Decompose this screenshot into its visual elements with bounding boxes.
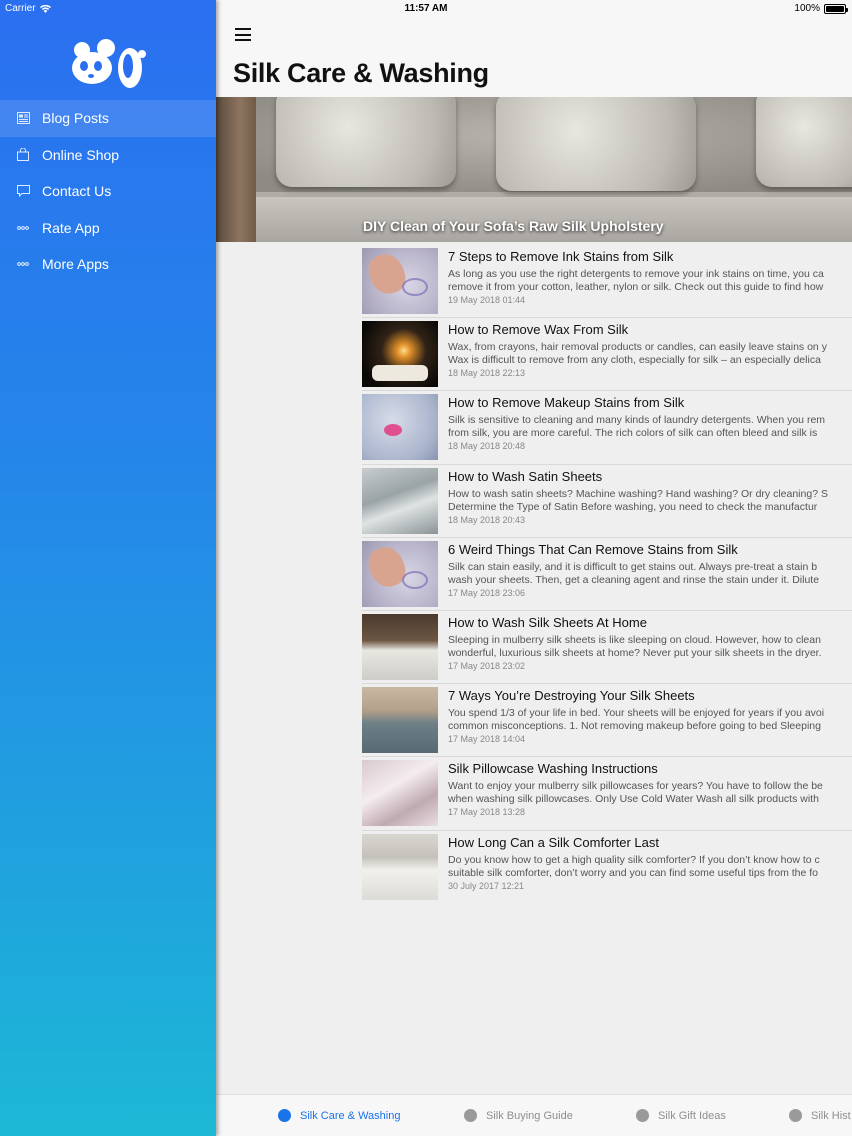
menu-item-label: Blog Posts <box>42 110 109 127</box>
post-thumbnail <box>362 394 438 461</box>
page-title: Silk Care & Washing <box>233 58 489 88</box>
menu-item-label: Rate App <box>42 219 100 236</box>
menu-item-label: Contact Us <box>42 183 112 200</box>
battery-percent: 100% <box>794 3 820 14</box>
tab-dot-icon <box>278 1109 291 1122</box>
panda-logo-icon <box>72 39 146 88</box>
post-thumbnail <box>362 833 438 900</box>
post-title: How to Wash Satin Sheets <box>448 468 603 484</box>
list-item[interactable]: 6 Weird Things That Can Remove Stains fr… <box>362 537 852 611</box>
post-date: 17 May 2018 14:04 <box>448 734 526 745</box>
post-excerpt: Silk can stain easily, and it is difficu… <box>448 560 820 586</box>
drawer-menu: Blog Posts Online Shop Contact Us Rate A… <box>0 100 216 283</box>
menu-item-label: More Apps <box>42 256 109 273</box>
post-date: 17 May 2018 13:28 <box>448 807 526 818</box>
menu-item-online-shop[interactable]: Online Shop <box>0 137 216 174</box>
post-excerpt: How to wash satin sheets? Machine washin… <box>448 487 828 513</box>
post-title: How Long Can a Silk Comforter Last <box>448 834 659 850</box>
post-thumbnail <box>362 467 438 534</box>
post-title: 7 Steps to Remove Ink Stains from Silk <box>448 249 674 264</box>
post-thumbnail <box>362 613 438 680</box>
shopping-bag-icon <box>16 148 30 162</box>
menu-item-more-apps[interactable]: More Apps <box>0 246 216 283</box>
post-list: 7 Steps to Remove Ink Stains from Silk A… <box>362 245 852 904</box>
tab-label: Silk Care & Washing <box>300 1109 401 1122</box>
tab-silk-buying-guide[interactable]: Silk Buying Guide <box>464 1109 573 1122</box>
battery-icon <box>824 3 848 14</box>
list-item[interactable]: How to Remove Wax From Silk Wax, from cr… <box>362 318 852 392</box>
more-dots-icon <box>16 221 30 235</box>
post-title: Silk Pillowcase Washing Instructions <box>448 761 658 777</box>
battery-indicator: 100% <box>794 3 848 14</box>
post-thumbnail <box>362 321 438 388</box>
more-dots-icon <box>16 257 30 271</box>
tab-silk-gift-ideas[interactable]: Silk Gift Ideas <box>636 1109 726 1122</box>
menu-item-blog-posts[interactable]: Blog Posts <box>0 100 216 137</box>
post-excerpt: Sleeping in mulberry silk sheets is like… <box>448 633 822 659</box>
post-thumbnail <box>362 248 438 314</box>
tab-dot-icon <box>636 1109 649 1122</box>
newspaper-icon <box>16 111 30 125</box>
post-excerpt: Silk is sensitive to cleaning and many k… <box>448 414 826 440</box>
post-date: 18 May 2018 20:48 <box>448 441 526 452</box>
chat-bubble-icon <box>16 184 30 198</box>
post-date: 18 May 2018 22:13 <box>448 368 526 379</box>
tab-dot-icon <box>464 1109 477 1122</box>
tab-label: Silk Gift Ideas <box>658 1109 726 1122</box>
post-excerpt: Wax, from crayons, hair removal products… <box>448 341 827 367</box>
featured-post-title: DIY Clean of Your Sofa’s Raw Silk Uphols… <box>363 218 664 234</box>
tab-label: Silk Hist <box>811 1109 851 1122</box>
post-title: 6 Weird Things That Can Remove Stains fr… <box>448 541 738 557</box>
post-thumbnail <box>362 687 438 754</box>
clock: 11:57 AM <box>404 3 448 14</box>
post-thumbnail <box>362 760 438 827</box>
tab-silk-history[interactable]: Silk Hist <box>789 1109 851 1122</box>
tab-dot-icon <box>789 1109 802 1122</box>
post-excerpt: As long as you use the right detergents … <box>448 268 824 293</box>
hamburger-menu-icon[interactable] <box>235 28 251 41</box>
side-drawer: Blog Posts Online Shop Contact Us Rate A… <box>0 0 216 1136</box>
featured-post-banner[interactable]: DIY Clean of Your Sofa’s Raw Silk Uphols… <box>216 97 852 242</box>
post-title: How to Remove Makeup Stains from Silk <box>448 395 685 411</box>
post-title: How to Remove Wax From Silk <box>448 322 629 338</box>
list-item[interactable]: 7 Ways You’re Destroying Your Silk Sheet… <box>362 684 852 758</box>
post-title: How to Wash Silk Sheets At Home <box>448 614 647 630</box>
post-date: 18 May 2018 20:43 <box>448 514 526 525</box>
list-item[interactable]: How to Remove Makeup Stains from Silk Si… <box>362 391 852 465</box>
list-item[interactable]: How Long Can a Silk Comforter Last Do yo… <box>362 830 852 904</box>
list-item[interactable]: 7 Steps to Remove Ink Stains from Silk A… <box>362 245 852 319</box>
main-content: Silk Care & Washing DIY Clean of Your So… <box>216 0 852 1136</box>
post-title: 7 Ways You’re Destroying Your Silk Sheet… <box>448 688 695 704</box>
post-date: 17 May 2018 23:02 <box>448 660 526 671</box>
list-item[interactable]: How to Wash Satin Sheets How to wash sat… <box>362 464 852 538</box>
status-bar: Carrier 11:57 AM 100% <box>0 0 852 18</box>
list-item[interactable]: How to Wash Silk Sheets At Home Sleeping… <box>362 610 852 685</box>
category-tab-bar: Silk Care & Washing Silk Buying Guide Si… <box>216 1094 852 1136</box>
post-date: 17 May 2018 23:06 <box>448 587 526 598</box>
post-date: 30 July 2017 12:21 <box>448 880 525 891</box>
post-excerpt: Want to enjoy your mulberry silk pillowc… <box>448 780 823 806</box>
post-excerpt: You spend 1/3 of your life in bed. Your … <box>448 707 825 733</box>
menu-item-contact-us[interactable]: Contact Us <box>0 173 216 210</box>
post-thumbnail <box>362 540 438 607</box>
menu-item-rate-app[interactable]: Rate App <box>0 210 216 247</box>
post-excerpt: Do you know how to get a high quality si… <box>448 853 820 879</box>
tab-label: Silk Buying Guide <box>486 1109 573 1122</box>
tab-silk-care-washing[interactable]: Silk Care & Washing <box>278 1109 400 1122</box>
list-item[interactable]: Silk Pillowcase Washing Instructions Wan… <box>362 757 852 831</box>
post-date: 19 May 2018 01:44 <box>448 295 526 305</box>
menu-item-label: Online Shop <box>42 146 120 163</box>
